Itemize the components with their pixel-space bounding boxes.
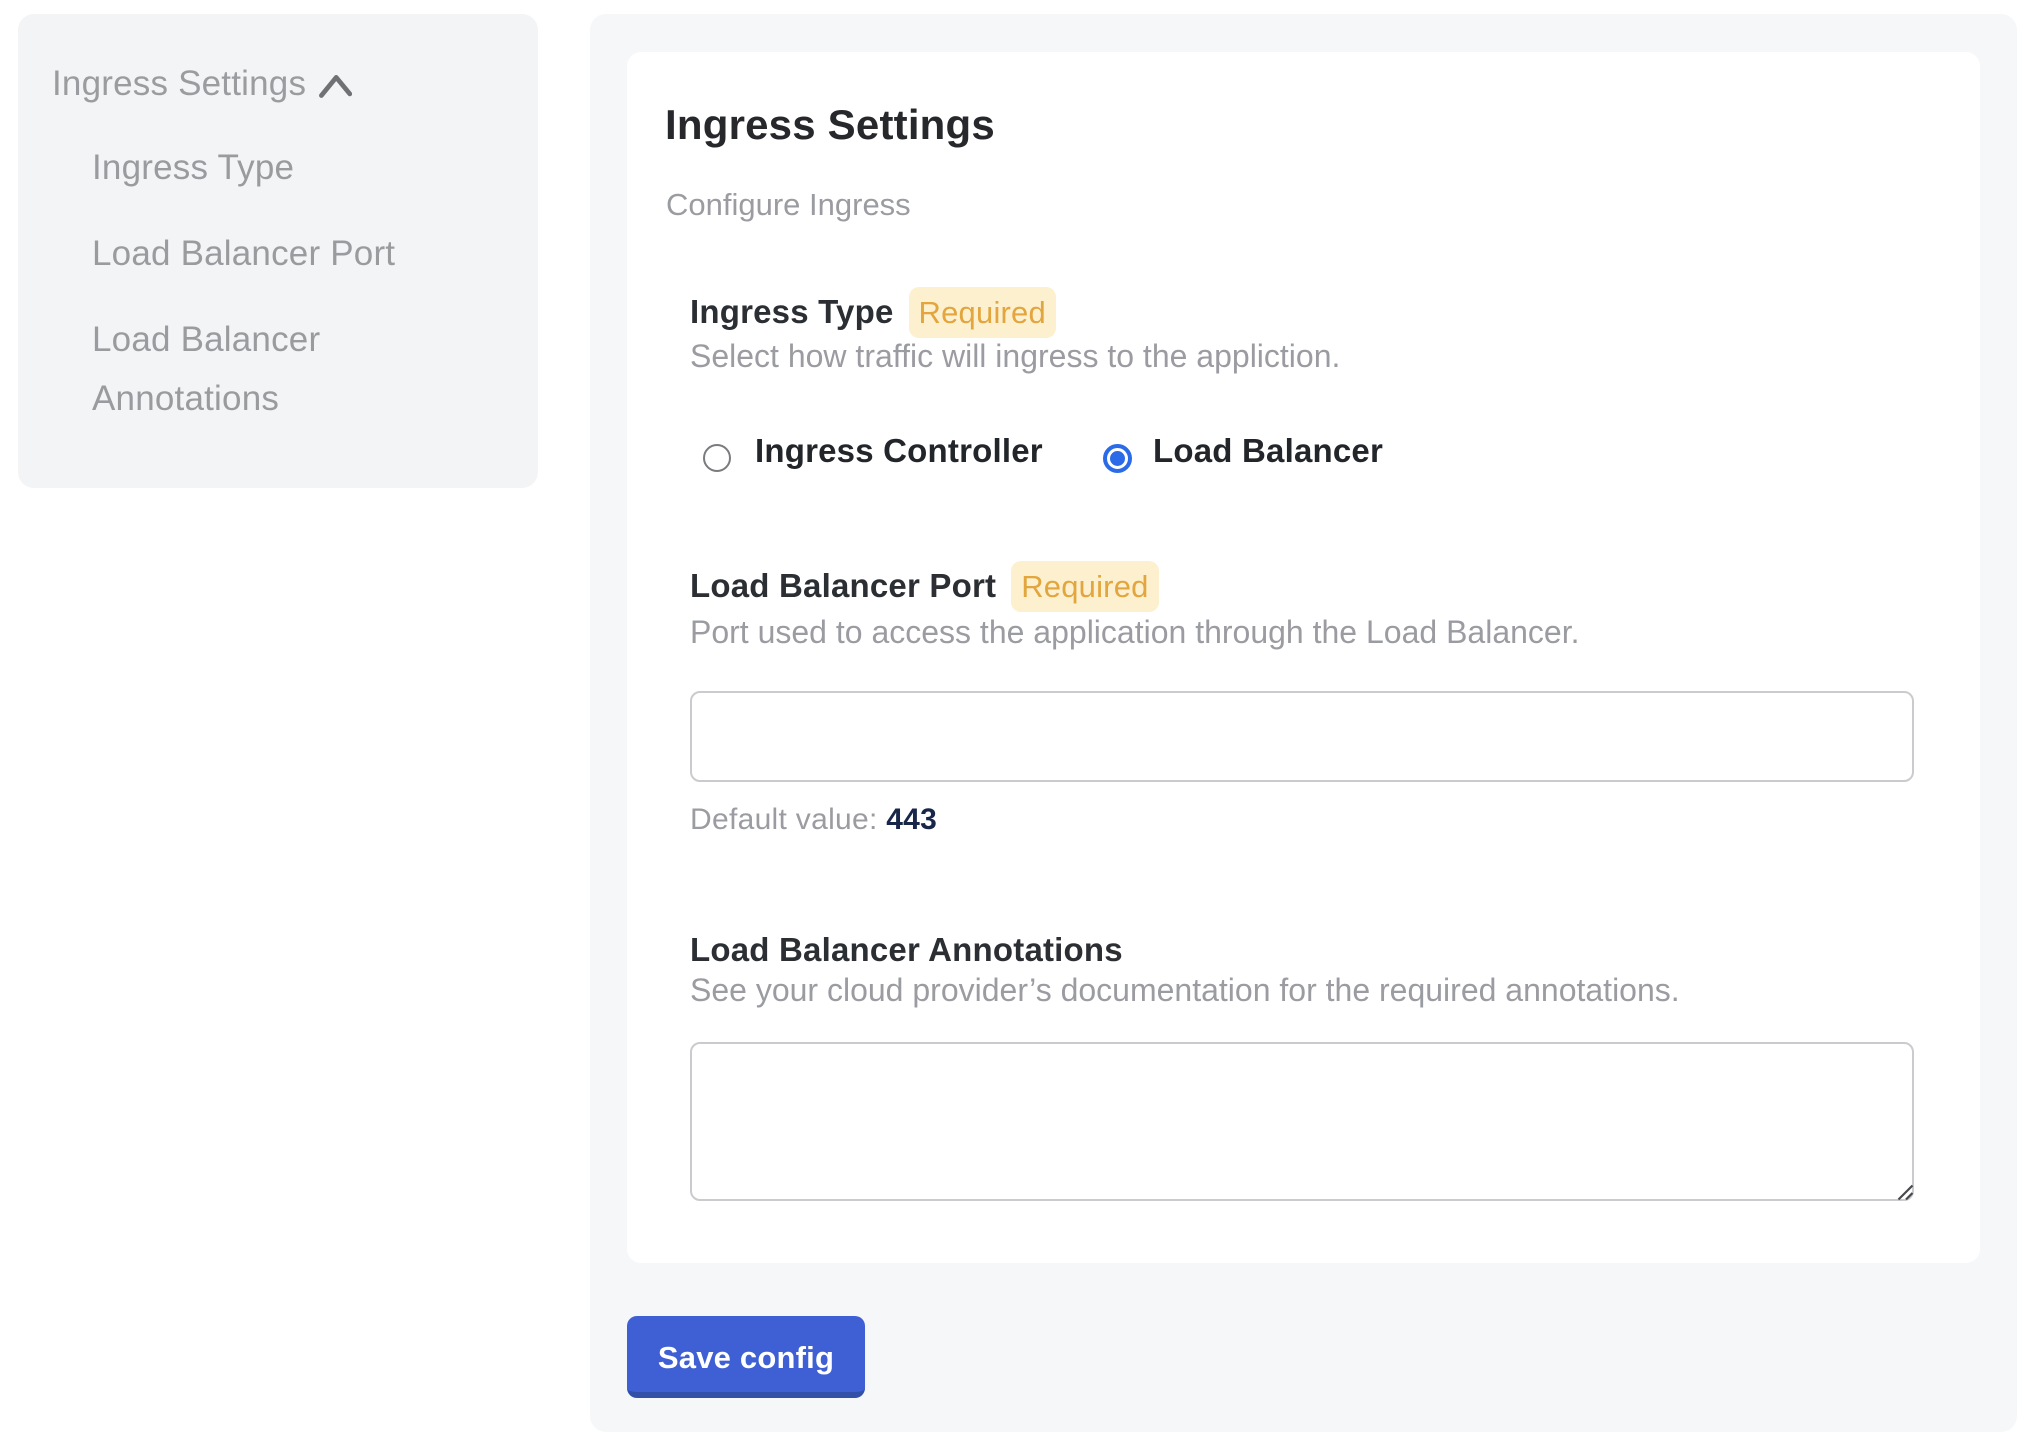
sidebar-section-header[interactable]: Ingress Settings (52, 66, 352, 101)
lb-port-label: Load Balancer Port (690, 569, 996, 602)
sidebar-item-load-balancer-annotations[interactable]: Load Balancer Annotations (92, 310, 484, 428)
lb-port-label-row: Load Balancer Port Required (690, 561, 1159, 612)
radio-label-load-balancer: Load Balancer (1153, 432, 1383, 470)
radio-option-ingress-controller[interactable]: Ingress Controller (703, 439, 1043, 477)
radio-button-ingress-controller-icon[interactable] (703, 444, 731, 472)
ingress-type-required-badge: Required (909, 287, 1056, 338)
radio-option-load-balancer[interactable]: Load Balancer (1103, 439, 1383, 477)
radio-label-ingress-controller: Ingress Controller (755, 432, 1043, 470)
save-config-button[interactable]: Save config (627, 1316, 865, 1398)
lb-annotations-label-row: Load Balancer Annotations (690, 933, 1123, 966)
default-value-label: Default value: (690, 803, 878, 836)
lb-annotations-textarea-wrap (690, 1042, 1914, 1201)
ingress-type-label: Ingress Type (690, 295, 894, 328)
ingress-type-label-row: Ingress Type Required (690, 287, 1056, 338)
sidebar-item-load-balancer-port[interactable]: Load Balancer Port (92, 224, 484, 283)
ingress-type-description: Select how traffic will ingress to the a… (690, 340, 1340, 372)
lb-port-input[interactable] (690, 691, 1914, 782)
sidebar-item-ingress-type[interactable]: Ingress Type (92, 138, 484, 197)
lb-annotations-label: Load Balancer Annotations (690, 933, 1123, 966)
card-subtitle: Configure Ingress (666, 189, 911, 220)
chevron-up-icon (319, 75, 352, 98)
lb-port-default-line: Default value: 443 (690, 805, 937, 835)
sidebar-section-title: Ingress Settings (52, 66, 306, 101)
lb-port-required-badge: Required (1011, 561, 1158, 612)
lb-annotations-textarea[interactable] (690, 1042, 1914, 1201)
sidebar-nav: Ingress Type Load Balancer Port Load Bal… (92, 138, 484, 455)
ingress-settings-card: Ingress Settings Configure Ingress Ingre… (627, 52, 1980, 1263)
card-title: Ingress Settings (665, 104, 995, 146)
radio-button-load-balancer-icon[interactable] (1103, 444, 1132, 473)
settings-panel: Ingress Settings Configure Ingress Ingre… (590, 14, 2017, 1432)
settings-sidebar: Ingress Settings Ingress Type Load Balan… (18, 14, 538, 488)
lb-annotations-description: See your cloud provider’s documentation … (690, 974, 1680, 1006)
default-value-number: 443 (886, 803, 937, 836)
lb-port-description: Port used to access the application thro… (690, 616, 1579, 648)
